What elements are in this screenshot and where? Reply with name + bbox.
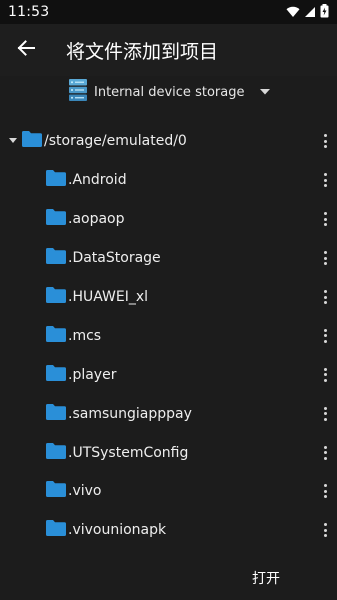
more-options-button[interactable] <box>317 441 333 465</box>
folder-icon <box>46 287 66 307</box>
more-vert-icon <box>323 367 327 382</box>
storage-selector[interactable]: Internal device storage <box>68 78 271 106</box>
more-options-button[interactable] <box>317 324 333 348</box>
more-vert-icon <box>323 328 327 343</box>
tree-root-row[interactable]: /storage/emulated/0 <box>0 122 337 161</box>
more-vert-icon <box>323 523 327 538</box>
more-options-button[interactable] <box>317 246 333 270</box>
folder-row[interactable]: .player <box>0 355 337 394</box>
folder-icon <box>46 481 66 501</box>
folder-icon <box>46 170 66 190</box>
battery-charging-icon <box>320 3 329 22</box>
folder-row[interactable]: .UTSystemConfig <box>0 433 337 472</box>
folder-icon <box>46 403 66 424</box>
folder-icon <box>46 364 66 385</box>
expand-caret-icon[interactable] <box>6 134 20 148</box>
folder-row[interactable]: .aopaop <box>0 200 337 239</box>
folder-row[interactable]: .samsungiapppay <box>0 394 337 433</box>
more-vert-icon <box>323 484 327 499</box>
more-vert-icon <box>323 406 327 421</box>
folder-label: .player <box>68 366 117 383</box>
signal-icon <box>304 3 316 22</box>
folder-label: .vivounionapk <box>68 522 167 539</box>
page-title: 将文件添加到项目 <box>66 40 219 63</box>
folder-icon <box>46 442 66 463</box>
back-button[interactable] <box>0 24 52 76</box>
more-options-button[interactable] <box>317 207 333 231</box>
folder-icon <box>22 131 42 151</box>
status-icons <box>286 3 329 22</box>
folder-label: .aopaop <box>68 211 125 228</box>
folder-row[interactable]: .vivounionapk <box>0 511 337 550</box>
more-options-button[interactable] <box>317 402 333 426</box>
more-vert-icon <box>323 445 327 460</box>
folder-row[interactable]: .HUAWEI_xl <box>0 278 337 317</box>
more-options-button[interactable] <box>317 479 333 503</box>
folder-label: .samsungiapppay <box>68 405 192 422</box>
more-vert-icon <box>323 212 327 227</box>
folder-icon <box>46 209 66 229</box>
folder-label: .DataStorage <box>68 250 161 267</box>
more-options-button[interactable] <box>317 518 333 542</box>
more-vert-icon <box>323 290 327 304</box>
folder-label: .vivo <box>68 483 102 500</box>
folder-icon <box>46 248 66 268</box>
folder-row[interactable]: .Android <box>0 161 337 200</box>
folder-tree: /storage/emulated/0 .Android .aopaop .Da… <box>0 122 337 550</box>
wifi-icon <box>286 3 300 22</box>
more-options-button[interactable] <box>317 285 333 309</box>
more-options-button[interactable] <box>317 363 333 387</box>
arrow-left-icon <box>17 39 35 61</box>
folder-row[interactable]: .vivo <box>0 472 337 511</box>
storage-label: Internal device storage <box>94 84 245 100</box>
open-button[interactable]: 打开 <box>238 562 294 594</box>
folder-icon <box>46 325 66 346</box>
folder-label: .mcs <box>68 327 102 344</box>
status-time: 11:53 <box>8 4 50 20</box>
more-options-button[interactable] <box>317 168 333 192</box>
more-vert-icon <box>323 134 327 149</box>
folder-row[interactable]: .DataStorage <box>0 239 337 278</box>
status-bar: 11:53 <box>0 0 337 24</box>
folder-label: .UTSystemConfig <box>68 444 189 461</box>
folder-label: .Android <box>68 172 127 189</box>
caret-down-icon <box>260 89 271 95</box>
app-bar: 将文件添加到项目 <box>0 24 337 76</box>
folder-icon <box>46 520 66 540</box>
folder-row[interactable]: .mcs <box>0 316 337 355</box>
more-vert-icon <box>323 251 327 266</box>
more-options-button[interactable] <box>317 129 333 153</box>
folder-label: .HUAWEI_xl <box>68 289 149 305</box>
storage-server-icon <box>68 78 88 106</box>
tree-root-label: /storage/emulated/0 <box>44 133 187 150</box>
more-vert-icon <box>323 173 327 188</box>
